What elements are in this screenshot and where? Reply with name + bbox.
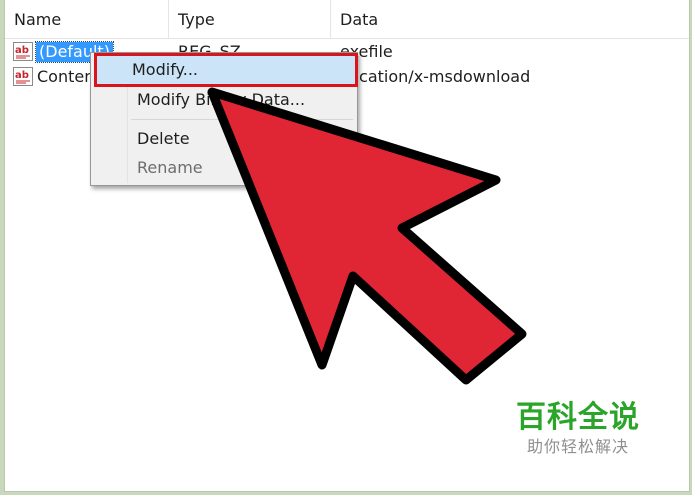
watermark-subtitle: 助你轻松解决: [526, 437, 629, 456]
watermark-title: 百科全说: [516, 400, 640, 435]
watermark-logo: 百科全说 助你轻松解决: [508, 400, 648, 458]
